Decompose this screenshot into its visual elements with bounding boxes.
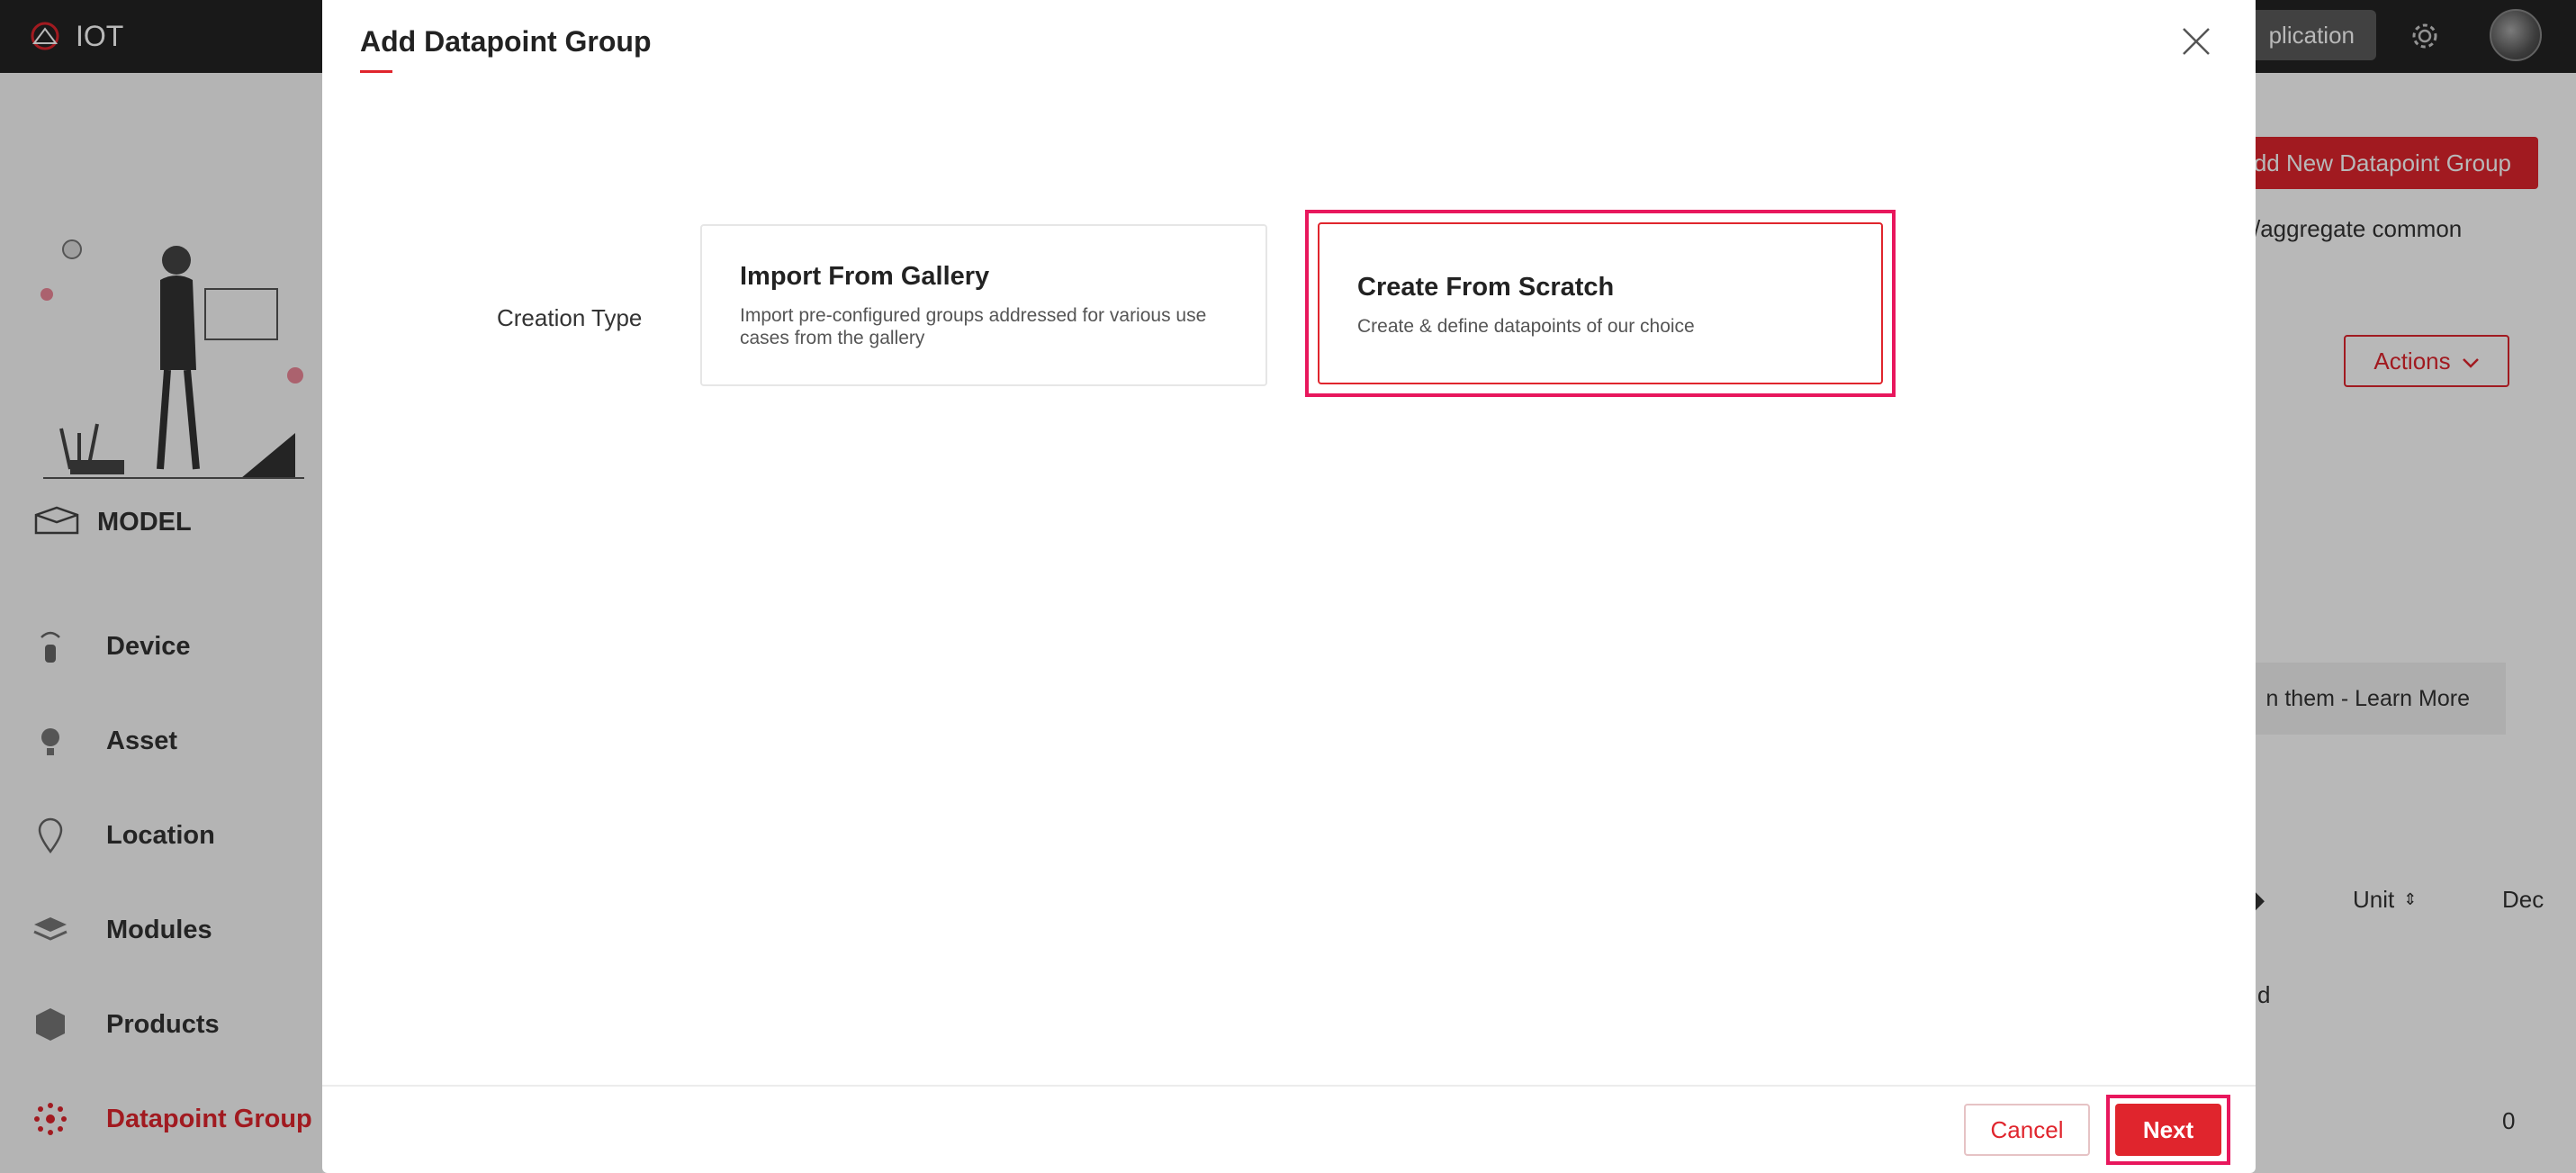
create-from-scratch-highlight: Create From Scratch Create & define data… (1305, 210, 1896, 397)
cancel-button[interactable]: Cancel (1964, 1104, 2090, 1156)
footer-divider (322, 1085, 2256, 1087)
next-button-highlight: Next (2106, 1095, 2230, 1165)
next-button[interactable]: Next (2115, 1104, 2221, 1156)
import-from-gallery-option[interactable]: Import From Gallery Import pre-configure… (700, 224, 1267, 386)
creation-type-label: Creation Type (497, 304, 643, 331)
option-description: Create & define datapoints of our choice (1357, 316, 1695, 337)
add-datapoint-group-dialog: Add Datapoint Group Creation Type Import… (322, 0, 2256, 1173)
option-description: Import pre-configured groups addressed f… (740, 305, 1207, 349)
title-underline (360, 70, 392, 73)
create-from-scratch-option[interactable]: Create From Scratch Create & define data… (1318, 222, 1883, 384)
option-title: Create From Scratch (1357, 273, 1615, 302)
close-icon[interactable] (2178, 23, 2214, 59)
dialog-title: Add Datapoint Group (360, 25, 652, 58)
option-title: Import From Gallery (740, 262, 990, 291)
